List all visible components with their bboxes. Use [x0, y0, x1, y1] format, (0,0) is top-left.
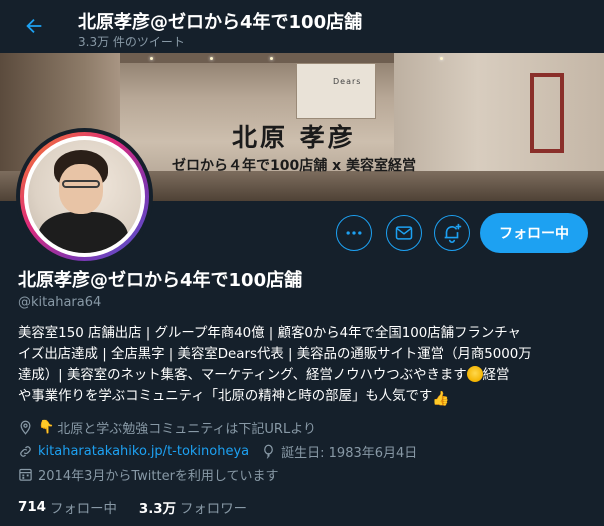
- page-title: 北原孝彦@ゼロから4年で100店舗: [78, 12, 363, 33]
- bio-line: 美容室150 店舗出店 | グループ年商40億 | 顧客0から4年で全国100店…: [18, 326, 521, 341]
- location-text: 北原と学ぶ勉強コミュニティは下記URLより: [57, 422, 316, 437]
- banner-light: [270, 57, 273, 60]
- banner-light: [210, 57, 213, 60]
- birthday-text: 誕生日: 1983年6月4日: [281, 446, 418, 461]
- bio-line: イズ出店達成 | 全店黒字 | 美容室Dears代表 | 美容品の通販サイト運営…: [18, 347, 532, 362]
- link-birthday-row: kitaharatakahiko.jp/t-tokinoheya 誕生日: 19…: [18, 442, 417, 461]
- calendar-icon: [19, 468, 32, 481]
- balloon-icon: [264, 444, 274, 459]
- banner-door: [296, 63, 376, 119]
- bio-line: 達成）| 美容室のネット集客、マーケティング、経営ノウハウつぶやきます 経営: [18, 365, 590, 386]
- bio: 美容室150 店舗出店 | グループ年商40億 | 顧客0から4年で全国100店…: [18, 323, 590, 407]
- banner-red-frame: [530, 73, 564, 153]
- avatar[interactable]: [16, 128, 153, 265]
- envelope-icon: [395, 226, 413, 240]
- pointing-down-emoji-icon: 👇: [38, 420, 55, 435]
- followers-count[interactable]: 3.3万: [139, 497, 176, 517]
- location-pin-icon: [20, 420, 31, 435]
- follow-stats: 714 フォロー中 3.3万 フォロワー: [18, 497, 269, 518]
- message-button[interactable]: [386, 215, 422, 251]
- avatar-border: [24, 136, 145, 257]
- banner-light: [150, 57, 153, 60]
- bio-line: や事業作りを学ぶコミュニティ「北原の精神と時の部屋」も人気です👍: [18, 386, 590, 407]
- following-button[interactable]: フォロー中: [480, 213, 588, 253]
- avatar-photo: [28, 140, 141, 253]
- thumbs-up-emoji-icon: 👍: [432, 391, 450, 407]
- back-button[interactable]: [16, 8, 52, 44]
- more-button[interactable]: [336, 215, 372, 251]
- banner-sign: Dears: [333, 77, 362, 86]
- avatar-face: [59, 164, 103, 214]
- top-bar: 北原孝彦@ゼロから4年で100店舗 3.3万 件のツイート: [0, 0, 604, 53]
- avatar-glasses: [62, 180, 100, 188]
- link-icon: [20, 446, 31, 457]
- banner-tagline: ゼロから４年で100店舗 x 美容室経営: [172, 158, 417, 174]
- joined-text: 2014年3月からTwitterを利用しています: [38, 469, 279, 484]
- arrow-left-icon: [26, 18, 42, 34]
- following-label[interactable]: フォロー中: [50, 497, 117, 517]
- bio-text: 経営: [482, 368, 510, 383]
- bell-plus-icon: [444, 223, 462, 243]
- handle: @kitahara64: [18, 295, 102, 310]
- following-count[interactable]: 714: [18, 500, 46, 515]
- banner-name: 北原 孝彦: [232, 123, 356, 152]
- notify-button[interactable]: [434, 215, 470, 251]
- tweet-count: 3.3万 件のツイート: [78, 35, 185, 49]
- more-dots-icon: [346, 231, 362, 235]
- bio-text: や事業作りを学ぶコミュニティ「北原の精神と時の部屋」も人気です: [18, 389, 433, 404]
- followers-label[interactable]: フォロワー: [180, 497, 247, 517]
- blush-emoji-icon: [466, 366, 483, 382]
- bio-text: 達成）| 美容室のネット集客、マーケティング、経営ノウハウつぶやきます: [18, 368, 467, 383]
- banner-light: [440, 57, 443, 60]
- location-row: 👇 北原と学ぶ勉強コミュニティは下記URLより: [18, 418, 316, 437]
- display-name: 北原孝彦@ゼロから4年で100店舗: [18, 270, 303, 291]
- profile-url-link[interactable]: kitaharatakahiko.jp/t-tokinoheya: [38, 444, 249, 459]
- avatar-body: [38, 212, 128, 253]
- joined-row: 2014年3月からTwitterを利用しています: [18, 465, 279, 484]
